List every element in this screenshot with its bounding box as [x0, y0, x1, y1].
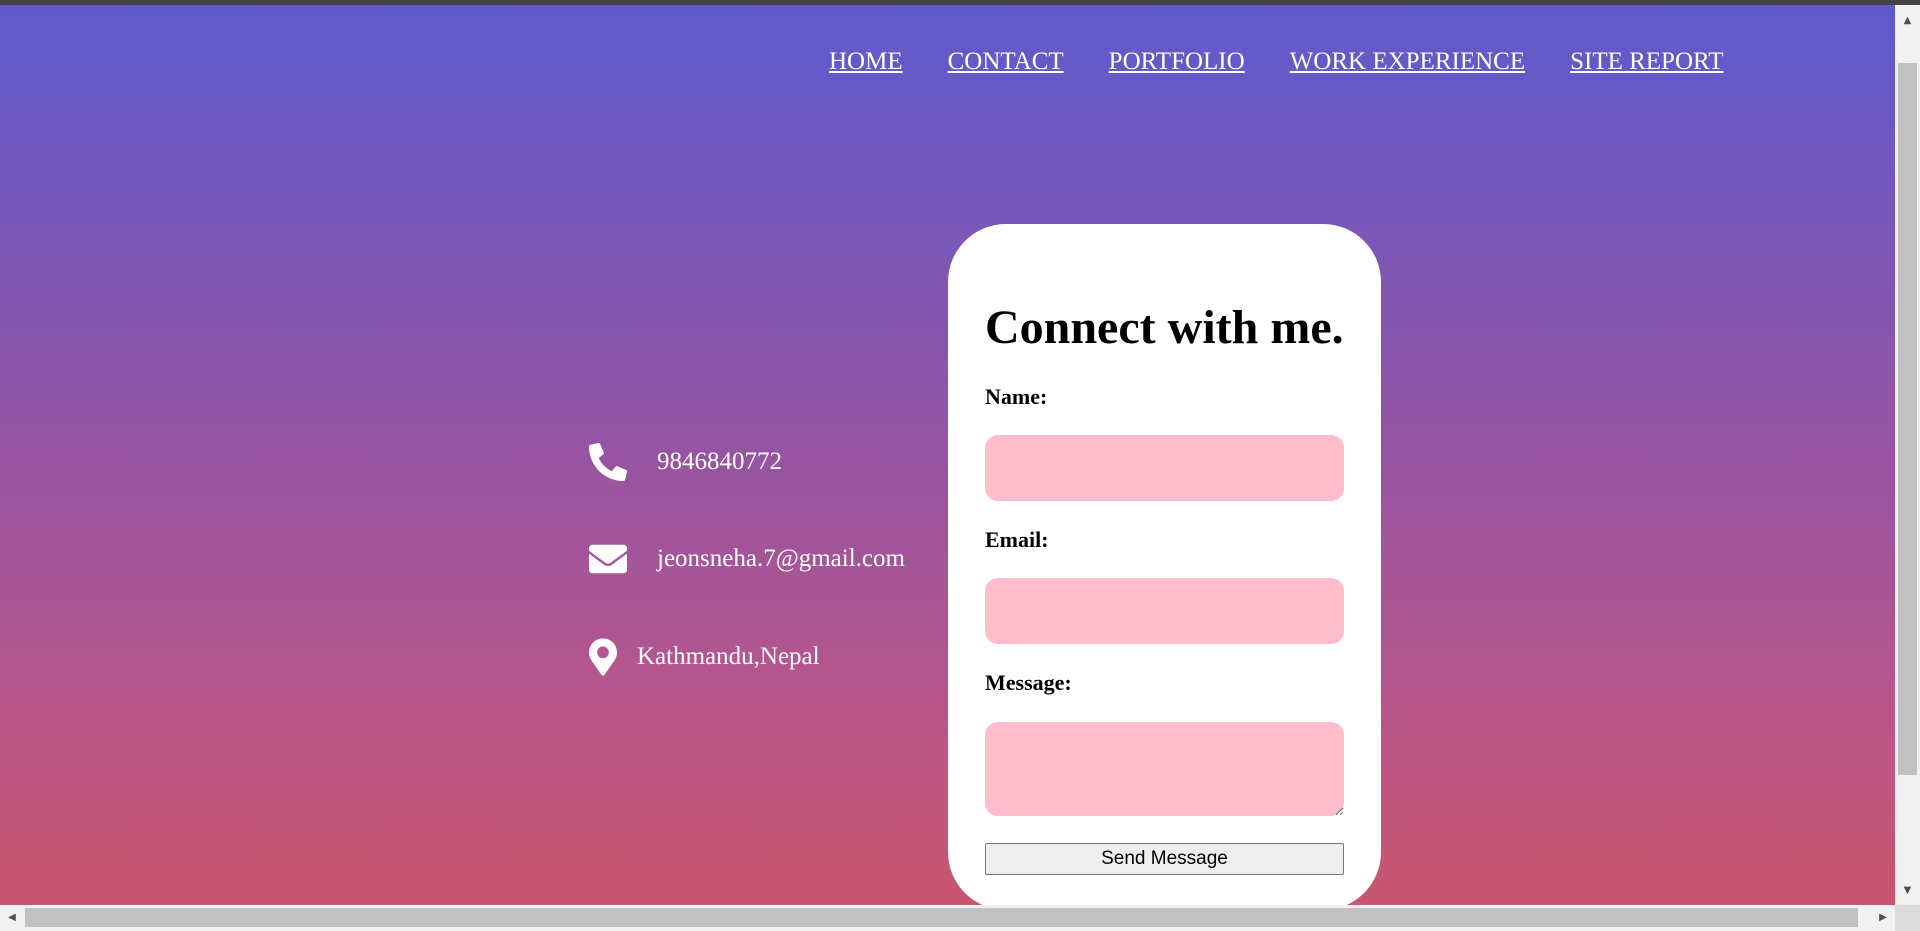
- contact-phone-row: 9846840772: [589, 442, 782, 482]
- send-message-button[interactable]: Send Message: [985, 843, 1344, 875]
- name-input[interactable]: [985, 435, 1344, 501]
- email-label: Email:: [985, 527, 1049, 552]
- phone-number: 9846840772: [657, 448, 782, 475]
- nav-home-link[interactable]: HOME: [829, 48, 903, 76]
- horizontal-scrollbar[interactable]: ◀ ▶: [0, 905, 1895, 931]
- nav-contact-link[interactable]: CONTACT: [948, 48, 1064, 76]
- scroll-down-arrow-icon[interactable]: ▼: [1895, 881, 1920, 901]
- phone-icon: [589, 442, 629, 482]
- location-text: Kathmandu,Nepal: [637, 643, 820, 670]
- name-label: Name:: [985, 384, 1048, 409]
- email-address: jeonsneha.7@gmail.com: [657, 545, 905, 572]
- page-background: HOME CONTACT PORTFOLIO WORK EXPERIENCE S…: [0, 5, 1895, 905]
- envelope-icon: [589, 539, 629, 579]
- form-title: Connect with me.: [985, 301, 1344, 354]
- message-textarea[interactable]: [985, 722, 1344, 816]
- contact-email-row: jeonsneha.7@gmail.com: [589, 539, 905, 579]
- scroll-up-arrow-icon[interactable]: ▲: [1895, 11, 1920, 31]
- vertical-scrollbar[interactable]: ▲ ▼: [1895, 5, 1920, 905]
- message-label: Message:: [985, 670, 1072, 695]
- scroll-left-arrow-icon[interactable]: ◀: [2, 905, 22, 931]
- horizontal-scroll-thumb[interactable]: [25, 908, 1858, 927]
- nav-site-report-link[interactable]: SITE REPORT: [1570, 48, 1723, 76]
- vertical-scroll-thumb[interactable]: [1898, 63, 1917, 775]
- map-pin-icon: [589, 637, 619, 677]
- main-nav: HOME CONTACT PORTFOLIO WORK EXPERIENCE S…: [829, 48, 1723, 76]
- email-input[interactable]: [985, 578, 1344, 644]
- nav-work-experience-link[interactable]: WORK EXPERIENCE: [1290, 48, 1525, 76]
- contact-form-card: Connect with me. Name: Email: Message: S…: [948, 224, 1381, 905]
- contact-location-row: Kathmandu,Nepal: [589, 637, 820, 677]
- scroll-right-arrow-icon[interactable]: ▶: [1873, 905, 1893, 931]
- nav-portfolio-link[interactable]: PORTFOLIO: [1109, 48, 1245, 76]
- scrollbar-corner: [1895, 905, 1920, 931]
